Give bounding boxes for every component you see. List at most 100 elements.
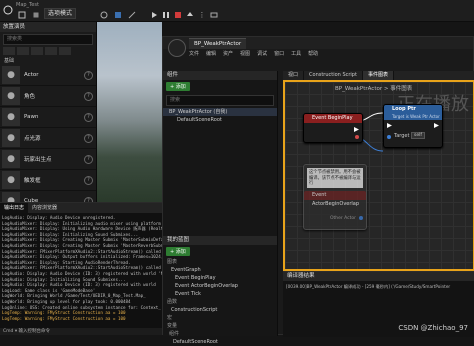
person-icon: ● (2, 87, 20, 105)
place-actor-label: Actor (24, 72, 39, 78)
blueprint-icon[interactable] (112, 9, 124, 21)
menu-item[interactable]: 窗口 (274, 50, 284, 57)
place-actor-label: 角色 (24, 94, 36, 100)
log-line: LogAudio: Display: Audio Device (ID: 3) … (2, 270, 169, 276)
help-icon[interactable]: ? (84, 91, 93, 101)
tab-output-log[interactable]: 输出日志 (0, 203, 29, 213)
cube-icon[interactable] (30, 9, 42, 21)
exec-out-pin[interactable] (434, 123, 439, 128)
component-root-item[interactable]: BP_WeakPtrActor (自我) (163, 108, 277, 116)
event-list: Event BeginPlay Event ActorBeginOverlap Ev… (163, 274, 277, 298)
place-actors-panel: 放置演员 搜索类 基础 ● Actor? ● 角色? ● Pawn? ● 点光源? ● 玩家出生点… (0, 22, 97, 212)
ue-logo-icon (2, 4, 14, 16)
menu-item[interactable]: 调试 (257, 50, 267, 57)
tab-content-browser[interactable]: 内容浏览器 (28, 203, 61, 213)
ue-logo-icon (168, 39, 186, 57)
help-icon[interactable]: ? (84, 70, 93, 80)
stop-icon[interactable] (172, 9, 184, 21)
more-options-icon[interactable]: ⋮ (196, 9, 208, 21)
csdn-watermark: CSDN @Zhichao_97 (398, 324, 468, 332)
menu-item[interactable]: 工具 (291, 50, 301, 57)
disabled-comment-bubble: 这个节点被禁用。用不会被编译。该节点不被编译与运行 (307, 168, 363, 188)
default-scene-root-var[interactable]: DefaultSceneRoot (163, 338, 277, 346)
place-actor-item[interactable]: ● 玩家出生点? (0, 149, 96, 170)
category-icon-visual[interactable] (59, 47, 71, 55)
mode-dropdown[interactable]: 选项模式 (44, 8, 77, 19)
exec-out-pin[interactable] (354, 127, 359, 132)
output-log-panel: 输出日志 内容浏览器 LogAudio: Display: Audio Devi… (0, 202, 173, 335)
tab-event-graph[interactable]: 事件图表 (362, 71, 394, 80)
exec-in-pin[interactable] (387, 123, 392, 128)
component-child-item[interactable]: DefaultSceneRoot (163, 116, 277, 124)
category-icon-shapes[interactable] (31, 47, 43, 55)
event-item[interactable]: Event ActorBeginOverlap (163, 282, 277, 290)
menu-item[interactable]: 资产 (223, 50, 233, 57)
menu-item[interactable]: 视图 (240, 50, 250, 57)
event-beginplay-title: Event BeginPlay (304, 114, 362, 123)
compiler-result-line: [0039.00]BP_WeakPtrActor 编译成功 - [259 毫秒内… (286, 284, 451, 289)
my-blueprint-panel: 我的蓝图 + 添加 图表 EventGraph Event BeginPlay E… (163, 236, 277, 345)
eject-icon[interactable] (184, 9, 196, 21)
place-actor-item[interactable]: ● 点光源? (0, 128, 96, 149)
disabled-overlap-node[interactable]: 这个节点被禁用。用不会被编译。该节点不被编译与运行 Event ActorBeg… (303, 164, 367, 230)
blueprint-editor-window: BP_WeakPtrActor 文件 编辑 资产 视图 调试 窗口 工具 帮助 组件 + 添加… (162, 36, 474, 345)
functions-section-label: 函数 (167, 299, 178, 305)
event-item[interactable]: Event BeginPlay (163, 274, 277, 282)
loop-ptr-subtitle: Target is Weak Ptr Actor (392, 114, 440, 119)
log-line: LogAudioMixer: Display: Output buffers i… (2, 254, 164, 260)
box-icon: ● (2, 171, 20, 189)
help-icon[interactable]: ? (84, 175, 93, 185)
light-icon: ● (2, 129, 20, 147)
event-beginplay-node[interactable]: Event BeginPlay (303, 113, 363, 143)
level-viewport[interactable] (97, 22, 162, 202)
menu-item[interactable]: 帮助 (308, 50, 318, 57)
help-icon[interactable]: ? (84, 154, 93, 164)
my-blueprint-header: 我的蓝图 (163, 236, 277, 245)
place-actor-item[interactable]: ● 触发框? (0, 170, 96, 191)
components-var-label: 组件 (169, 331, 180, 337)
compiler-results-header: 编译器结果 (283, 272, 474, 281)
save-icon[interactable] (16, 9, 28, 21)
place-actors-tab[interactable]: 放置演员 (0, 22, 96, 32)
place-actor-item[interactable]: ● Pawn? (0, 107, 96, 128)
blueprint-tab[interactable]: BP_WeakPtrActor (189, 37, 247, 49)
category-icon-volumes[interactable] (45, 47, 57, 55)
log-warning-line: LogTemp: Warning: FMyStruct Construction… (2, 315, 126, 321)
other-actor-pin[interactable] (359, 216, 363, 220)
tab-construction-script[interactable]: Construction Script (304, 71, 363, 80)
target-label: Target (394, 133, 410, 139)
place-search-input[interactable]: 搜索类 (3, 34, 93, 45)
construction-script-item[interactable]: ConstructionScript (163, 306, 277, 314)
event-graph-canvas[interactable]: BP_WeakPtrActor > 事件图表 正在播放 Event BeginP… (283, 80, 474, 271)
event-graph-item[interactable]: EventGraph (163, 266, 277, 274)
place-actor-item[interactable]: ● 角色? (0, 86, 96, 107)
menu-item[interactable]: 文件 (189, 50, 199, 57)
pause-icon[interactable] (160, 9, 172, 21)
loop-ptr-node[interactable]: Loop Ptr Target is Weak Ptr Actor Target… (383, 104, 443, 148)
play-icon[interactable] (148, 9, 160, 21)
component-search-input[interactable]: 搜索 (166, 95, 274, 106)
platform-icon[interactable] (208, 9, 220, 21)
target-value[interactable]: self (411, 132, 425, 139)
build-icon[interactable] (126, 9, 138, 21)
help-icon[interactable]: ? (84, 112, 93, 122)
graph-editor-area: 视口 Construction Script 事件图表 BP_WeakPtrAc… (283, 71, 474, 271)
place-actor-label: 触发框 (24, 178, 41, 184)
add-component-button[interactable]: + 添加 (166, 82, 190, 91)
tab-viewport[interactable]: 视口 (283, 71, 305, 80)
menu-item[interactable]: 编辑 (206, 50, 216, 57)
delegate-pin[interactable] (355, 135, 359, 139)
category-icon-basic[interactable] (3, 47, 15, 55)
place-actor-label: Pawn (24, 114, 39, 120)
event-item[interactable]: Event Tick (163, 290, 277, 298)
other-actor-label: Other Actor (329, 216, 356, 221)
place-actor-item[interactable]: ● Actor? (0, 65, 96, 86)
add-blueprint-item-button[interactable]: + 添加 (166, 247, 190, 256)
category-icon-lights[interactable] (17, 47, 29, 55)
place-actor-label: 玩家出生点 (24, 157, 52, 163)
settings-icon[interactable] (98, 9, 110, 21)
target-pin[interactable] (387, 135, 391, 139)
log-line: LogAudioMixer: Display: Creating Master … (2, 242, 171, 248)
help-icon[interactable]: ? (84, 133, 93, 143)
console-command-input[interactable]: Cmd ▾ 输入控制台命令 (0, 328, 165, 335)
